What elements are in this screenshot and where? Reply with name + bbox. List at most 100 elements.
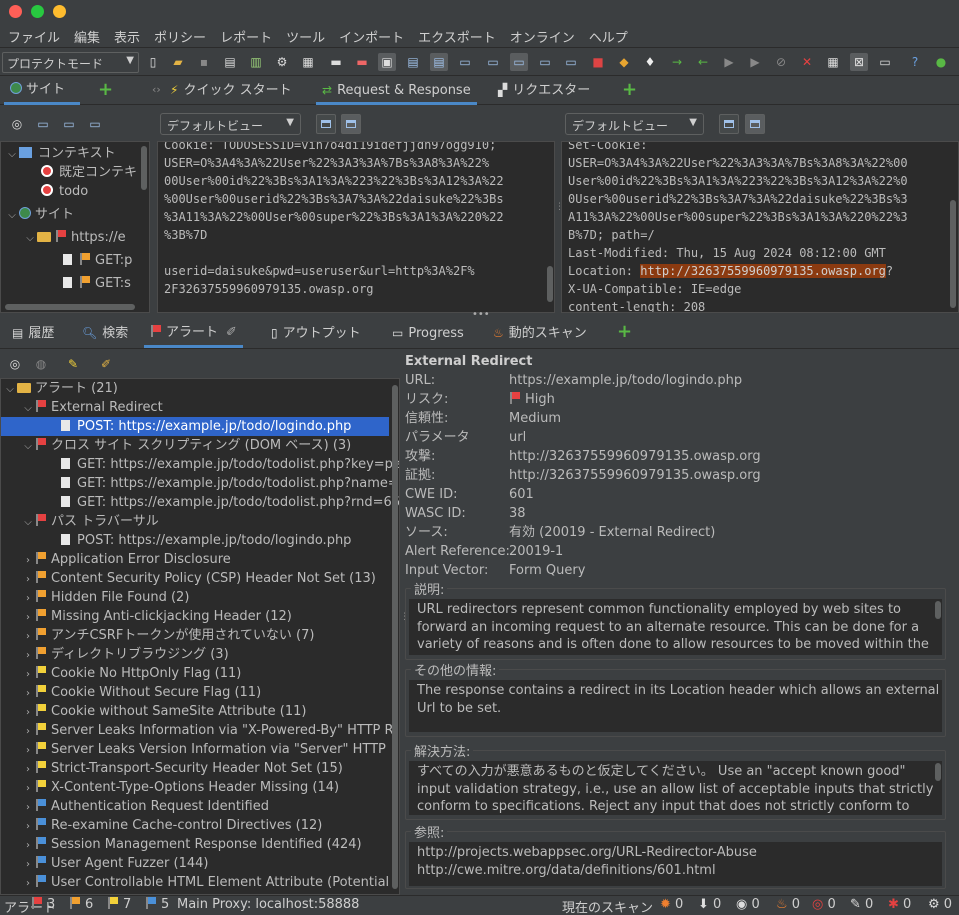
alerts-vscrollbar[interactable]	[392, 385, 398, 889]
tab-sites[interactable]: サイト	[4, 77, 80, 105]
alert-instance[interactable]: GET: https://example.jp/todo/todolist.ph…	[61, 455, 399, 474]
alert-instance[interactable]: GET: https://example.jp/todo/todolist.ph…	[61, 493, 399, 512]
tree-sites[interactable]: ⌵ サイト	[5, 205, 74, 224]
layout-left-icon[interactable]: ▤	[404, 53, 422, 71]
split-view-icon[interactable]: ▭	[484, 53, 502, 71]
arrow-right-icon[interactable]: →	[668, 53, 686, 71]
alert-category[interactable]: › Session Management Response Identified …	[21, 835, 362, 854]
add-bottom-tab-plus-icon[interactable]: +	[611, 319, 638, 347]
menu-help[interactable]: ヘルプ	[581, 27, 628, 46]
alert-path-traversal[interactable]: ⌵ パス トラバーサル	[21, 512, 159, 531]
new-session-icon[interactable]: ▯	[144, 53, 162, 71]
tree-default-context[interactable]: 既定コンテキ	[41, 163, 137, 182]
mode-select[interactable]: プロテクトモード ▼	[2, 52, 139, 73]
bulb-icon[interactable]: ♦	[641, 53, 659, 71]
reference-link[interactable]: http://projects.webappsec.org/URL-Redire…	[417, 844, 942, 862]
tree-contexts[interactable]: ⌵ コンテキスト	[5, 144, 115, 163]
response-single-icon[interactable]	[745, 114, 765, 134]
solution-text[interactable]: すべての入力が悪意あるものと仮定してください。 Use an "accept k…	[409, 761, 942, 815]
description-scrollbar[interactable]	[935, 601, 941, 619]
minimize-window-button[interactable]	[53, 5, 66, 18]
help-icon[interactable]: ?	[906, 53, 924, 71]
edit-alert-icon[interactable]: ✎	[64, 355, 82, 373]
tabbed-view-icon[interactable]: ▭	[562, 53, 580, 71]
alert-category[interactable]: › Content Security Policy (CSP) Header No…	[21, 569, 376, 588]
detail-value[interactable]: url	[509, 428, 526, 447]
solution-scrollbar[interactable]	[935, 763, 941, 781]
reference-link[interactable]: http://cwe.mitre.org/data/definitions/60…	[417, 862, 942, 880]
site-tree-vscrollbar[interactable]	[141, 146, 147, 190]
alert-category[interactable]: › Hidden File Found (2)	[21, 588, 189, 607]
tab-requester[interactable]: ▞ リクエスター	[492, 77, 596, 105]
add-tab-plus-icon[interactable]: +	[92, 77, 119, 105]
drop-icon[interactable]: ⊘	[772, 53, 790, 71]
close-window-button[interactable]	[9, 5, 22, 18]
detail-value[interactable]: 20019-1	[509, 542, 563, 561]
alert-external-redirect[interactable]: ⌵ External Redirect	[21, 398, 163, 417]
alert-category[interactable]: › Cookie No HttpOnly Flag (11)	[21, 664, 241, 683]
alert-category[interactable]: › User Controllable HTML Element Attribut…	[21, 873, 389, 892]
save-session-icon[interactable]: ▪	[195, 53, 213, 71]
options-gear-icon[interactable]: ⚙	[273, 53, 291, 71]
alert-instance[interactable]: POST: https://example.jp/todo/logindo.ph…	[61, 531, 351, 550]
description-text[interactable]: URL redirectors represent common functio…	[409, 599, 942, 655]
export-context-icon[interactable]: ▭	[86, 115, 104, 133]
alert-xss[interactable]: ⌵ クロス サイト スクリプティング (DOM ベース) (3)	[21, 436, 351, 455]
alert-category[interactable]: › User Agent Fuzzer (144)	[21, 854, 208, 873]
tab-output[interactable]: ▯ アウトプット	[265, 320, 367, 348]
alert-category[interactable]: › X-Content-Type-Options Header Missing (…	[21, 778, 339, 797]
tree-host[interactable]: ⌵ https://e	[23, 228, 126, 247]
step-icon[interactable]: ▶	[720, 53, 738, 71]
alert-category[interactable]: › Server Leaks Version Information via "S…	[21, 740, 386, 759]
tab-alerts[interactable]: アラート ✐	[144, 320, 243, 348]
detail-value[interactable]: 601	[509, 485, 534, 504]
tree-context-todo[interactable]: todo	[41, 182, 88, 201]
fuzzer-icon[interactable]: ▦	[824, 53, 842, 71]
response-header-panel[interactable]: Set-Cookie: USER=O%3A4%3A%22User%22%3A3%3…	[561, 141, 959, 313]
response-vscrollbar[interactable]	[950, 200, 956, 308]
show-tabs-icon[interactable]: ▬	[327, 53, 345, 71]
tab-history[interactable]: ▤ 履歴	[6, 320, 60, 348]
session-properties-icon[interactable]: ▥	[247, 53, 265, 71]
tree-node-get1[interactable]: GET:p	[63, 251, 132, 270]
detail-value[interactable]: http://32637559960979135.owasp.org	[509, 447, 761, 466]
menu-export[interactable]: エクスポート	[410, 27, 496, 46]
tab-request-response[interactable]: ⇄ Request & Response	[316, 77, 477, 105]
ajax-spider-icon[interactable]: ◆	[615, 53, 633, 71]
menu-online[interactable]: オンライン	[502, 27, 575, 46]
split-vertical-icon[interactable]: ▭	[536, 53, 554, 71]
alert-category[interactable]: › Cookie Without Secure Flag (11)	[21, 683, 261, 702]
import-context-icon[interactable]: ▭	[60, 115, 78, 133]
split-horizontal-icon[interactable]: ▭	[510, 53, 528, 71]
tab-quick-start[interactable]: ⚡ クイック スタート	[164, 77, 298, 105]
request-vscrollbar[interactable]	[547, 266, 553, 302]
new-context-icon[interactable]: ▭	[34, 115, 52, 133]
target-icon[interactable]: ◎	[8, 115, 26, 133]
layout-full-icon[interactable]: ▭	[456, 53, 474, 71]
detail-value[interactable]: Medium	[509, 409, 561, 428]
request-split-icon[interactable]	[316, 114, 336, 134]
detail-value[interactable]: High	[509, 390, 555, 409]
alert-category[interactable]: › アンチCSRFトークンが使用されていない (7)	[21, 626, 314, 645]
target-icon[interactable]: ◎	[6, 355, 24, 373]
alerts-root[interactable]: ⌵ アラート (21)	[3, 379, 118, 398]
alert-category[interactable]: › Missing Anti-clickjacking Header (12)	[21, 607, 292, 626]
tab-active-scan[interactable]: ♨ 動的スキャン	[487, 320, 593, 348]
reference-text[interactable]: http://projects.webappsec.org/URL-Redire…	[409, 842, 942, 886]
menu-edit[interactable]: 編集	[66, 27, 100, 46]
filter-icon[interactable]: ◍	[32, 355, 50, 373]
tree-node-get2[interactable]: GET:s	[63, 274, 131, 293]
alert-category[interactable]: › ディレクトリブラウジング (3)	[21, 645, 229, 664]
response-view-select[interactable]: デフォルトビュー ▼	[565, 113, 704, 135]
alert-category[interactable]: › Authentication Request Identified	[21, 797, 269, 816]
status-icon[interactable]: ●	[932, 53, 950, 71]
break-icon[interactable]: ✕	[798, 53, 816, 71]
tab-search[interactable]: 🔍︎ 検索	[76, 320, 134, 348]
snapshot-icon[interactable]: ▤	[221, 53, 239, 71]
arrow-left-icon[interactable]: ←	[694, 53, 712, 71]
menu-file[interactable]: ファイル	[0, 27, 60, 46]
detail-value[interactable]: 有効 (20019 - External Redirect)	[509, 523, 715, 542]
alert-category[interactable]: › Server Leaks Information via "X-Powered…	[21, 721, 394, 740]
menu-report[interactable]: レポート	[212, 27, 272, 46]
menu-tools[interactable]: ツール	[278, 27, 325, 46]
